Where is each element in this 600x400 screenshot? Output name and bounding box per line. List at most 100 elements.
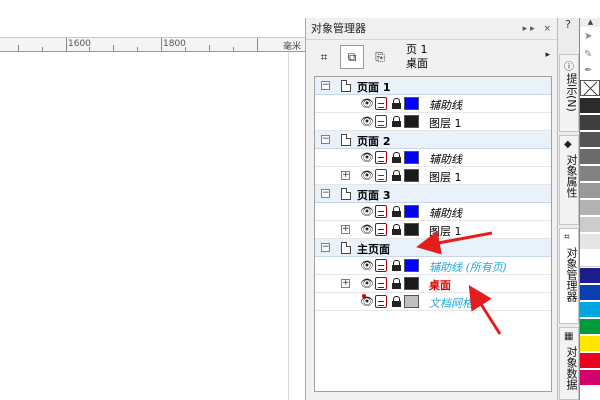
cursor-icon[interactable]: ➤ (584, 31, 592, 42)
visibility-eye-icon[interactable]: 👁 (360, 224, 374, 236)
printable-icon[interactable] (375, 169, 387, 182)
layer-label: 桌面 (429, 279, 451, 292)
palette-color-swatch[interactable] (580, 336, 600, 352)
palette-color-swatch[interactable] (580, 251, 600, 267)
collapse-toggle-icon[interactable]: − (321, 81, 330, 90)
horizontal-ruler[interactable]: 1600 1800 毫米 (0, 38, 305, 52)
palette-color-swatch[interactable] (580, 115, 600, 131)
tree-row-master-page[interactable]: − 主页面 (315, 239, 551, 257)
tree-row-layer[interactable]: + 👁 桌面 (315, 275, 551, 293)
palette-color-swatch[interactable] (580, 132, 600, 148)
layer-label: 辅助线 (429, 99, 462, 112)
layer-color-swatch[interactable] (404, 151, 419, 164)
lock-icon[interactable] (392, 170, 401, 181)
visibility-eye-icon[interactable]: 👁 (360, 98, 374, 110)
printable-icon[interactable] (375, 97, 387, 110)
tree-row-layer[interactable]: 👁 辅助线 (315, 203, 551, 221)
ruler-tick (257, 38, 258, 51)
layer-color-swatch[interactable] (404, 97, 419, 110)
tree-row-layer[interactable]: + 👁 图层 1 (315, 167, 551, 185)
visibility-eye-icon[interactable]: 👁 (360, 296, 374, 308)
tree-row-page-3[interactable]: − 页面 3 (315, 185, 551, 203)
tab-hints[interactable]: ⓘ 提示(N) (559, 54, 579, 132)
palette-color-swatch[interactable] (580, 200, 600, 216)
palette-color-swatch[interactable] (580, 166, 600, 182)
layer-properties-icon[interactable]: ⌗ (312, 45, 336, 69)
printable-icon[interactable] (375, 151, 387, 164)
visibility-eye-icon[interactable]: 👁 (360, 170, 374, 182)
no-color-swatch[interactable] (580, 80, 600, 96)
palette-color-swatch[interactable] (580, 302, 600, 318)
printable-icon[interactable] (375, 295, 387, 308)
collapse-toggle-icon[interactable]: − (321, 243, 330, 252)
tab-object-data[interactable]: ▦ 对象数据 (559, 327, 579, 400)
lock-icon[interactable] (392, 278, 401, 289)
tab-object-data-label: 对象数据 (565, 346, 578, 390)
tab-object-properties[interactable]: ◆ 对象属性 (559, 135, 579, 225)
ruler-tick (185, 47, 186, 51)
layer-color-swatch[interactable] (404, 259, 419, 272)
layer-color-swatch[interactable] (404, 169, 419, 182)
layer-color-swatch[interactable] (404, 295, 419, 308)
layer-label: 文档网格 (429, 297, 473, 310)
palette-color-swatch[interactable] (580, 234, 600, 250)
lock-icon[interactable] (392, 98, 401, 109)
visibility-eye-icon[interactable]: 👁 (360, 152, 374, 164)
palette-color-swatch[interactable] (580, 370, 600, 386)
object-view-icon[interactable]: ⧉ (340, 45, 364, 69)
lock-icon[interactable] (392, 152, 401, 163)
ruler-tick (209, 45, 210, 51)
lock-icon[interactable] (392, 296, 401, 307)
expand-toggle-icon[interactable]: + (341, 171, 350, 180)
tree-row-layer[interactable]: 👁 辅助线 (所有页) (315, 257, 551, 275)
help-icon[interactable]: ? (558, 18, 578, 38)
lock-icon[interactable] (392, 206, 401, 217)
tree-row-page-1[interactable]: − 页面 1 (315, 77, 551, 95)
docker-title-buttons[interactable]: ▸▸ × (523, 18, 554, 40)
collapse-toggle-icon[interactable]: − (321, 189, 330, 198)
tree-row-layer[interactable]: + 👁 图层 1 (315, 221, 551, 239)
tree-row-layer[interactable]: 👁 图层 1 (315, 113, 551, 131)
palette-color-swatch[interactable] (580, 353, 600, 369)
collapse-toggle-icon[interactable]: − (321, 135, 330, 144)
visibility-eye-icon[interactable]: 👁 (360, 278, 374, 290)
printable-icon[interactable] (375, 115, 387, 128)
palette-color-swatch[interactable] (580, 268, 600, 284)
pen-icon[interactable]: ✒ (584, 65, 592, 76)
tree-row-layer[interactable]: 👁 辅助线 (315, 95, 551, 113)
tree-row-page-2[interactable]: − 页面 2 (315, 131, 551, 149)
page-label: 主页面 (357, 243, 390, 256)
docker-menu-arrow-icon[interactable]: ▸ (545, 50, 550, 60)
eyedropper-icon[interactable]: ✎ (584, 49, 592, 60)
printable-icon[interactable] (375, 277, 387, 290)
drawing-canvas[interactable]: 1600 1800 毫米 (0, 0, 305, 400)
layer-color-swatch[interactable] (404, 223, 419, 236)
layer-color-swatch[interactable] (404, 115, 419, 128)
tree-row-layer[interactable]: 👁 文档网格 (315, 293, 551, 311)
palette-color-swatch[interactable] (580, 98, 600, 114)
layer-color-swatch[interactable] (404, 277, 419, 290)
palette-scroll-up-icon[interactable]: ▲ (580, 18, 600, 27)
expand-toggle-icon[interactable]: + (341, 279, 350, 288)
lock-icon[interactable] (392, 260, 401, 271)
layer-manager-view-icon[interactable]: ⎘ (368, 45, 392, 69)
expand-toggle-icon[interactable]: + (341, 225, 350, 234)
printable-icon[interactable] (375, 259, 387, 272)
palette-color-swatch[interactable] (580, 319, 600, 335)
tree-row-layer[interactable]: 👁 辅助线 (315, 149, 551, 167)
lock-icon[interactable] (392, 224, 401, 235)
visibility-eye-icon[interactable]: 👁 (360, 206, 374, 218)
palette-color-swatch[interactable] (580, 217, 600, 233)
visibility-eye-icon[interactable]: 👁 (360, 116, 374, 128)
layer-color-swatch[interactable] (404, 205, 419, 218)
tab-object-manager[interactable]: ⌗ 对象管理器 (559, 228, 579, 324)
layer-label: 图层 1 (429, 171, 462, 184)
lock-icon[interactable] (392, 116, 401, 127)
palette-color-swatch[interactable] (580, 285, 600, 301)
printable-icon[interactable] (375, 205, 387, 218)
palette-color-swatch[interactable] (580, 149, 600, 165)
ruler-tick (113, 45, 114, 51)
printable-icon[interactable] (375, 223, 387, 236)
palette-color-swatch[interactable] (580, 183, 600, 199)
visibility-eye-icon[interactable]: 👁 (360, 260, 374, 272)
